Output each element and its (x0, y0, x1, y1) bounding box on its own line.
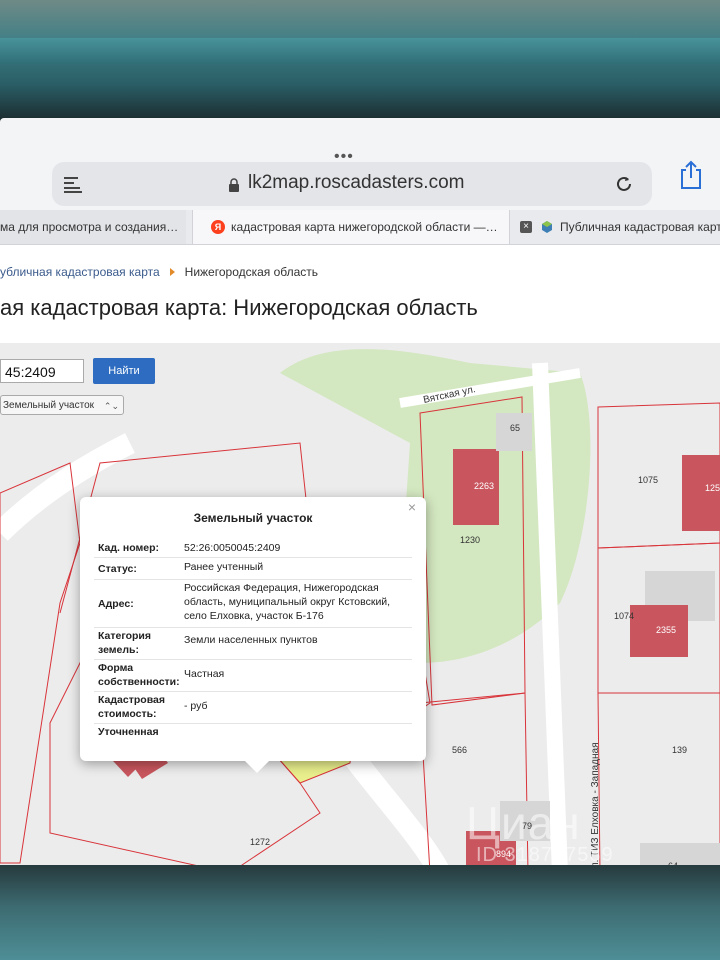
layer-select[interactable]: Земельный участок ⌃⌄ (0, 395, 124, 415)
breadcrumb-arrow-icon (169, 268, 175, 276)
tab-1[interactable]: ма для просмотра и создания… (0, 210, 186, 244)
reload-icon[interactable] (612, 172, 636, 196)
device-frame-top (0, 0, 720, 120)
tab-2[interactable]: Я кадастровая карта нижегородской област… (192, 210, 510, 244)
browser-screen: ••• lk2map.roscadasters.com ма для просм… (0, 118, 720, 873)
info-row-cadnum: Кад. номер: 52:26:0050045:2409 (94, 537, 412, 558)
share-icon[interactable] (678, 160, 704, 190)
url-text: lk2map.roscadasters.com (248, 172, 465, 193)
parcel-number: 65 (510, 423, 520, 433)
parcel-number: 125 (705, 483, 720, 493)
parcel-number: 566 (452, 745, 467, 755)
page-title: ая кадастровая карта: Нижегородская обла… (0, 295, 478, 320)
cadastral-map[interactable]: Вятская ул. ул. ТИЗ Елховка - Западная 6… (0, 343, 720, 873)
tab-3[interactable]: × Публичная кадастровая карт (512, 210, 720, 244)
parcel-number: 1075 (638, 475, 658, 485)
reader-mode-icon[interactable] (62, 174, 84, 194)
lock-icon (229, 178, 239, 192)
breadcrumb: убличная кадастровая карта Нижегородская … (0, 265, 318, 279)
parcel-number: 1272 (250, 837, 270, 847)
watermark-id: ID 318757589 (476, 844, 614, 866)
parcel-number: 139 (672, 745, 687, 755)
yandex-icon: Я (211, 220, 225, 234)
cadastre-favicon-icon (542, 221, 552, 233)
building (682, 455, 720, 531)
parcel-number: 2263 (474, 481, 494, 491)
parcel-info-popup: × Земельный участок Кад. номер: 52:26:00… (80, 497, 426, 773)
info-row-status: Статус: Ранее учтенный (94, 557, 412, 580)
chevron-updown-icon: ⌃⌄ (103, 401, 119, 411)
device-frame-bottom (0, 865, 720, 960)
info-row-address: Адрес: Российская Федерация, Нижегородск… (94, 579, 412, 628)
info-row-category: Категория земель: Земли населенных пункт… (94, 627, 412, 660)
info-row-cost: Кадастровая стоимость: - руб (94, 691, 412, 724)
parcel-number: 1074 (614, 611, 634, 621)
popup-title: Земельный участок (193, 511, 313, 525)
watermark-logo: Циан (466, 797, 581, 849)
parcel-number: 2355 (656, 625, 676, 635)
page-content: убличная кадастровая карта Нижегородская … (0, 245, 720, 873)
search-button[interactable]: Найти (93, 358, 155, 384)
watermark: Циан ID 318757589 (466, 796, 666, 866)
breadcrumb-link-map[interactable]: убличная кадастровая карта (0, 265, 160, 279)
close-tab-icon[interactable]: × (520, 221, 532, 233)
parcel-number: 1230 (460, 535, 480, 545)
info-row-ownership: Форма собственности: Частная (94, 659, 412, 692)
address-bar[interactable]: lk2map.roscadasters.com (52, 162, 652, 206)
breadcrumb-current: Нижегородская область (184, 265, 319, 279)
cadastral-search-input[interactable]: 45:2409 (0, 359, 84, 383)
tab-strip: ма для просмотра и создания… Я кадастров… (0, 210, 720, 245)
info-row-refined: Уточненная (98, 726, 159, 738)
